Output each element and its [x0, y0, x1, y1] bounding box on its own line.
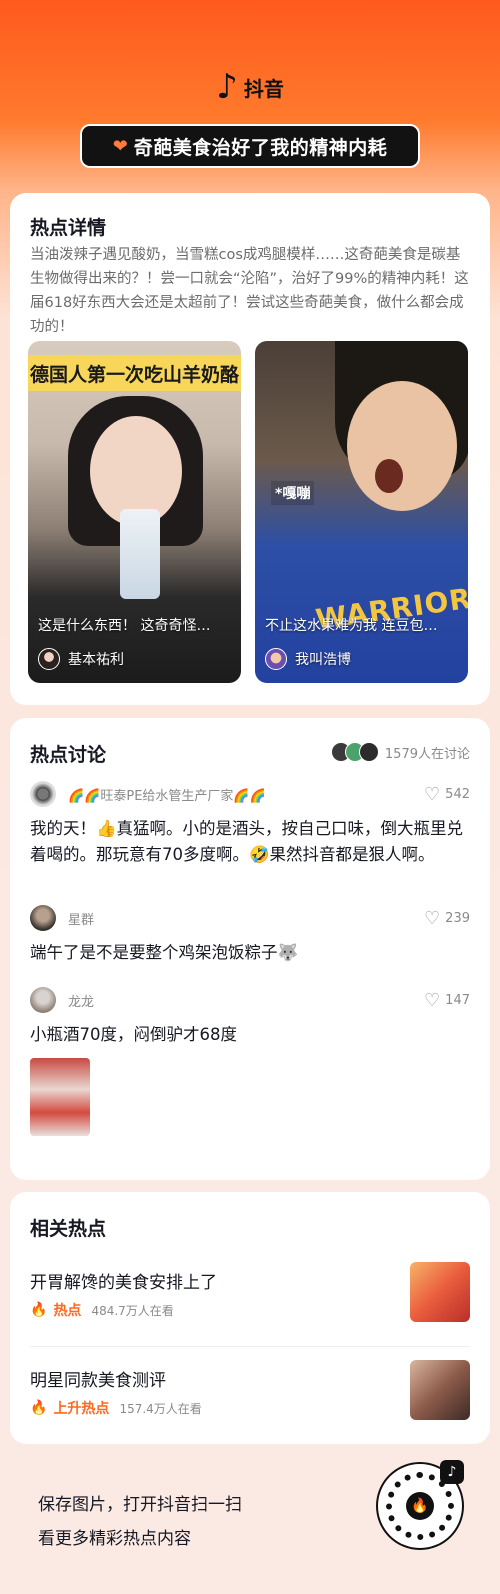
like-button[interactable]: ♡ 147 [424, 990, 470, 1011]
related-topic-thumbnail [410, 1360, 470, 1420]
section-title-discussion: 热点讨论 [30, 744, 107, 766]
divider [30, 1346, 470, 1347]
related-topics-card: 相关热点 开胃解馋的美食安排上了 🔥 热点 484.7万人在看 明星同款美食测评… [10, 1192, 490, 1444]
hot-discussion-card: 热点讨论 1579人在讨论 🌈🌈旺泰PE给水管生产厂家🌈🌈 ♡ 542 我的天！… [10, 718, 490, 1180]
like-button[interactable]: ♡ 542 [424, 784, 470, 805]
rising-badge: 上升热点 [53, 1401, 110, 1417]
comment-username[interactable]: 🌈🌈旺泰PE给水管生产厂家🌈🌈 [68, 785, 424, 804]
related-topic-thumbnail [410, 1262, 470, 1322]
comment-text: 小瓶酒70度，闷倒驴才68度 [30, 1025, 237, 1044]
video-author[interactable]: 我叫浩博 [265, 648, 351, 670]
comment-image[interactable] [30, 1058, 90, 1136]
hot-detail-card: 热点详情 当油泼辣子遇见酸奶，当雪糕cos成鸡腿模样……这奇葩美食是碳基生物做得… [10, 193, 490, 705]
topic-description: 当油泼辣子遇见酸奶，当雪糕cos成鸡腿模样……这奇葩美食是碳基生物做得出来的？！… [30, 247, 469, 335]
app-logo: ♪ 抖音 [0, 70, 500, 104]
related-topic-title: 开胃解馋的美食安排上了 [30, 1273, 217, 1293]
video-banner-text: 德国人第一次吃山羊奶酪 [29, 363, 239, 386]
comment-username[interactable]: 龙龙 [68, 991, 424, 1010]
footer-instruction: 保存图片，打开抖音扫一扫 [38, 1495, 242, 1515]
heart-icon: ❤ [112, 135, 128, 157]
heart-outline-icon: ♡ [424, 907, 441, 929]
participant-avatars [330, 742, 379, 762]
related-topic-title: 明星同款美食测评 [30, 1371, 166, 1391]
avatar[interactable] [30, 987, 56, 1013]
section-title-detail: 热点详情 [30, 217, 107, 239]
avatar[interactable] [30, 781, 56, 807]
avatar [38, 648, 60, 670]
comment-text: 端午了是不是要整个鸡架泡饭粽子🐺 [30, 943, 299, 962]
comment-item: 龙龙 ♡ 147 小瓶酒70度，闷倒驴才68度 [30, 986, 470, 1136]
comment-item: 🌈🌈旺泰PE给水管生产厂家🌈🌈 ♡ 542 我的天！👍真猛啊。小的是酒头，按自己… [30, 780, 470, 868]
comment-text: 我的天！👍真猛啊。小的是酒头，按自己口味，倒大瓶里兑着喝的。那玩意有70多度啊。… [30, 819, 464, 864]
like-count: 239 [445, 910, 470, 926]
like-button[interactable]: ♡ 239 [424, 908, 470, 929]
video-thumbnail-snack [120, 509, 160, 599]
participant-count: 1579人在讨论 [384, 746, 470, 762]
avatar[interactable] [30, 905, 56, 931]
app-name: 抖音 [243, 76, 284, 101]
video-author[interactable]: 基本祐利 [38, 648, 124, 670]
comment-username[interactable]: 星群 [68, 909, 424, 928]
video-banner: 德国人第一次吃山羊奶酪 [28, 355, 241, 391]
video-card-1[interactable]: 德国人第一次吃山羊奶酪 这是什么东西！ 这奇奇怪… 基本祐利 [28, 341, 241, 683]
view-count: 157.4万人在看 [119, 1401, 202, 1416]
topic-title: 奇葩美食治好了我的精神内耗 [133, 136, 388, 159]
video-thumbnail-mouth [375, 459, 403, 493]
section-title-related: 相关热点 [30, 1218, 107, 1240]
douyin-logo-icon: ♪ [440, 1460, 464, 1484]
video-author-name: 我叫浩博 [295, 652, 351, 668]
hot-badge: 热点 [53, 1303, 82, 1319]
like-count: 542 [445, 786, 470, 802]
discussion-participants[interactable]: 1579人在讨论 [330, 742, 470, 762]
qr-code[interactable]: 🔥 ♪ [376, 1460, 464, 1550]
heart-outline-icon: ♡ [424, 989, 441, 1011]
like-count: 147 [445, 992, 470, 1008]
video-author-name: 基本祐利 [68, 652, 124, 668]
footer-instruction-secondary: 看更多精彩热点内容 [38, 1529, 191, 1549]
fire-icon: 🔥 [30, 1400, 48, 1416]
heart-outline-icon: ♡ [424, 783, 441, 805]
douyin-logo-icon: ♪ [216, 67, 238, 107]
view-count: 484.7万人在看 [91, 1303, 174, 1318]
comment-item: 星群 ♡ 239 端午了是不是要整个鸡架泡饭粽子🐺 [30, 904, 470, 966]
video-card-2[interactable]: *嘎嘣 WARRIORS 不止这水果难为我 连豆包… 我叫浩博 [255, 341, 468, 683]
fire-icon: 🔥 [30, 1302, 48, 1318]
video-caption: 这是什么东西！ 这奇奇怪… [38, 618, 211, 634]
avatar [265, 648, 287, 670]
topic-title-banner: ❤ 奇葩美食治好了我的精神内耗 [80, 124, 420, 168]
related-topic-item[interactable]: 明星同款美食测评 🔥 上升热点 157.4万人在看 [30, 1360, 470, 1426]
related-topic-item[interactable]: 开胃解馋的美食安排上了 🔥 热点 484.7万人在看 [30, 1262, 470, 1328]
video-caption: 不止这水果难为我 连豆包… [265, 618, 438, 634]
video-sticker-text: *嘎嘣 [271, 481, 315, 505]
video-thumbnail-face [347, 381, 457, 511]
fire-icon: 🔥 [406, 1492, 434, 1520]
